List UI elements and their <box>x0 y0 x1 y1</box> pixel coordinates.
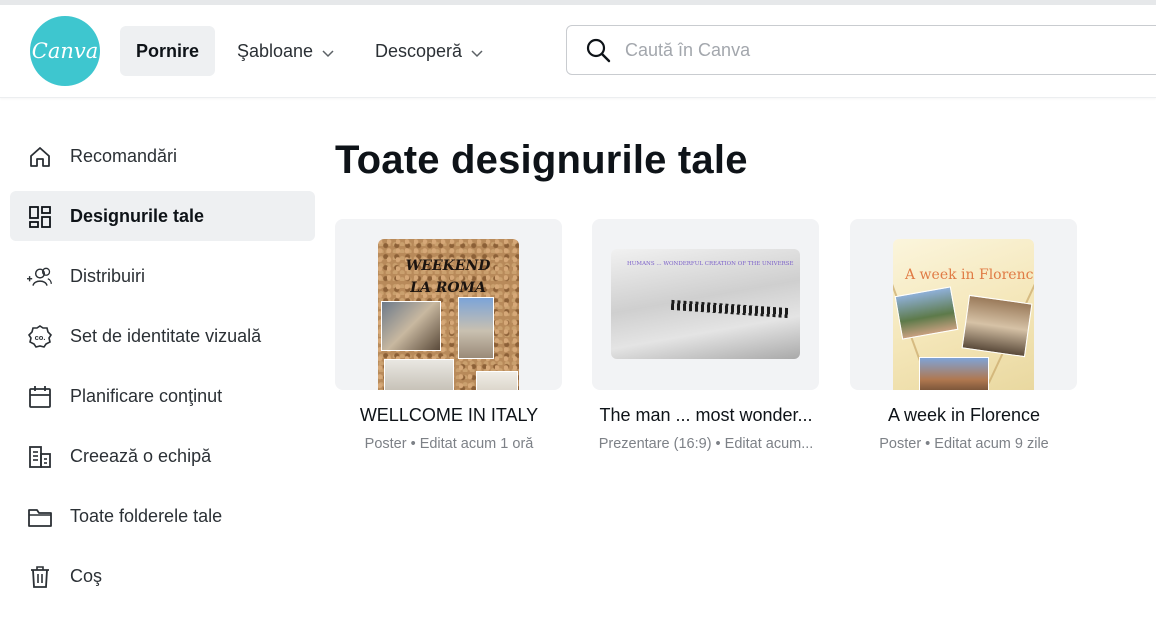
trash-icon <box>27 564 53 590</box>
thumbnail-text: HUMANS ... WONDERFUL CREATION OF THE UNI… <box>627 261 794 267</box>
design-card[interactable]: HUMANS ... WONDERFUL CREATION OF THE UNI… <box>592 219 820 452</box>
photo-image <box>919 357 989 390</box>
svg-text:co.: co. <box>35 333 46 342</box>
photo-image <box>476 371 518 390</box>
sidebar-item-label: Coş <box>70 565 103 586</box>
sidebar-item-shared[interactable]: Distribuiri <box>10 251 315 301</box>
nav-discover-label: Descoperă <box>375 40 463 61</box>
nav-templates-label: Şabloane <box>237 40 314 61</box>
add-people-icon <box>27 264 53 290</box>
design-meta: Poster • Editat acum 1 oră <box>364 436 534 452</box>
nav-home-label: Pornire <box>135 40 200 61</box>
sidebar-item-label: Set de identitate vizuală <box>70 325 262 346</box>
photo-image <box>961 294 1033 358</box>
photo-image <box>458 297 494 359</box>
photo-image <box>894 286 959 340</box>
design-card[interactable]: WEEKEND LA ROMA WELLCOME IN ITALY Poster… <box>335 219 563 452</box>
calendar-icon <box>27 384 53 410</box>
photo-image <box>381 301 441 351</box>
sidebar-item-label: Distribuiri <box>70 265 146 286</box>
chevron-down-icon <box>470 44 484 58</box>
design-thumbnail[interactable]: WEEKEND LA ROMA <box>335 219 562 390</box>
canva-logo[interactable]: Canva <box>30 16 100 86</box>
design-thumbnail[interactable]: A week in Florence <box>850 219 1077 390</box>
sidebar-item-your-designs[interactable]: Designurile tale <box>10 191 315 241</box>
sidebar-item-all-folders[interactable]: Toate folderele tale <box>10 491 315 541</box>
sidebar-item-label: Recomandări <box>70 145 178 166</box>
sidebar-item-create-team[interactable]: Creează o echipă <box>10 431 315 481</box>
grid-icon <box>27 204 53 230</box>
photo-image <box>384 359 454 390</box>
thumbnail-text: A week in Florence <box>905 267 1034 283</box>
design-card[interactable]: A week in Florence A week in Florence Po… <box>850 219 1078 452</box>
page-title: Toate designurile tale <box>335 138 748 182</box>
sidebar-item-trash[interactable]: Coş <box>10 551 315 601</box>
building-icon <box>27 444 53 470</box>
sidebar-item-label: Creează o echipă <box>70 445 212 466</box>
sidebar-item-content-planner[interactable]: Planificare conţinut <box>10 371 315 421</box>
brand-kit-icon: co. <box>27 324 53 350</box>
nav-home-button[interactable]: Pornire <box>120 26 215 76</box>
search-icon[interactable] <box>585 37 611 63</box>
nav-templates-dropdown[interactable]: Şabloane <box>237 26 335 76</box>
search-input[interactable] <box>623 38 1127 62</box>
design-title[interactable]: The man ... most wonder... <box>592 405 820 426</box>
sidebar: Recomandări Designurile tale Distribuiri… <box>10 131 315 611</box>
poster-preview: A week in Florence <box>893 239 1034 390</box>
design-meta: Poster • Editat acum 9 zile <box>879 436 1049 452</box>
design-meta: Prezentare (16:9) • Editat acum... <box>598 436 814 452</box>
search-bar[interactable] <box>566 25 1156 75</box>
sidebar-item-label: Toate folderele tale <box>70 505 223 526</box>
sidebar-item-recommended[interactable]: Recomandări <box>10 131 315 181</box>
folder-icon <box>27 504 53 530</box>
sidebar-item-brand-kit[interactable]: co. Set de identitate vizuală <box>10 311 315 361</box>
poster-preview: WEEKEND LA ROMA <box>378 239 519 390</box>
people-silhouettes <box>670 299 790 319</box>
design-thumbnail[interactable]: HUMANS ... WONDERFUL CREATION OF THE UNI… <box>592 219 819 390</box>
logo-text: Canva <box>31 39 99 63</box>
chevron-down-icon <box>321 44 335 58</box>
home-icon <box>27 144 53 170</box>
sidebar-item-label: Planificare conţinut <box>70 385 223 406</box>
design-title[interactable]: A week in Florence <box>850 405 1078 426</box>
thumbnail-text: WEEKEND LA ROMA <box>405 258 491 296</box>
sidebar-item-label: Designurile tale <box>70 205 205 226</box>
presentation-preview: HUMANS ... WONDERFUL CREATION OF THE UNI… <box>611 249 800 359</box>
design-title[interactable]: WELLCOME IN ITALY <box>335 405 563 426</box>
nav-discover-dropdown[interactable]: Descoperă <box>375 26 484 76</box>
top-navigation-bar: Canva Pornire Şabloane Descoperă <box>0 5 1156 98</box>
